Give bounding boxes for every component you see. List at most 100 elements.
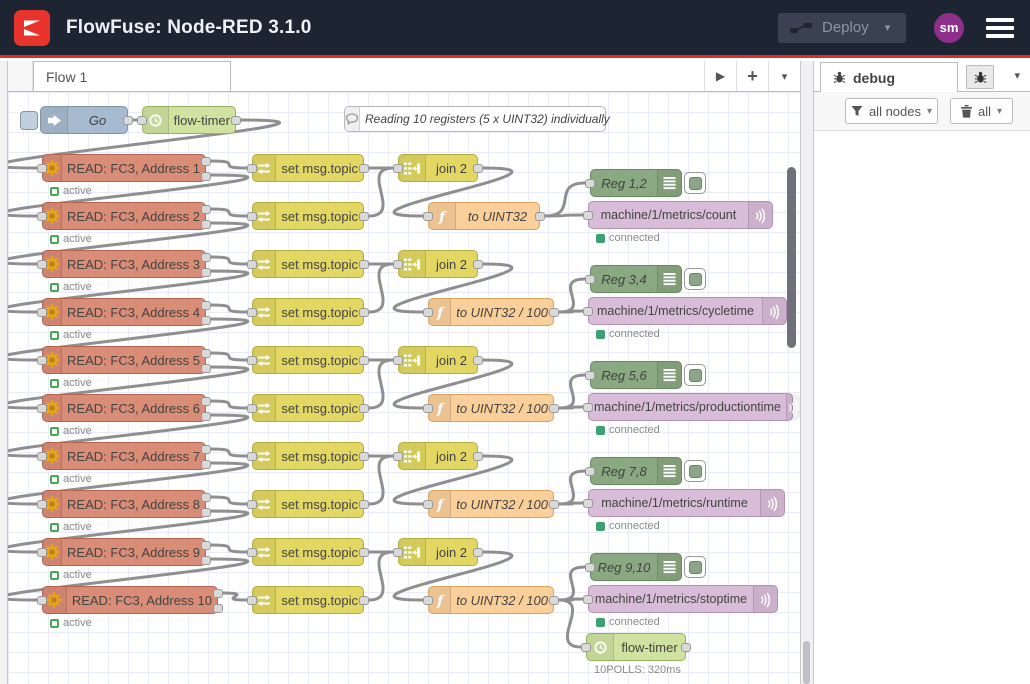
modbus-read-node[interactable]: READ: FC3, Address 6 xyxy=(42,394,206,422)
debug-node[interactable]: Reg 3,4 xyxy=(590,265,682,293)
debug-node[interactable]: Reg 9,10 xyxy=(590,553,682,581)
mqtt-out-node[interactable]: machine/1/metrics/cycletime xyxy=(588,297,787,325)
input-port[interactable] xyxy=(37,260,47,269)
modbus-read-node[interactable]: READ: FC3, Address 10 xyxy=(42,586,218,614)
input-port[interactable] xyxy=(37,500,47,509)
output-port[interactable] xyxy=(201,349,211,358)
mqtt-out-node[interactable]: machine/1/metrics/stoptime xyxy=(588,585,778,613)
change-node[interactable]: set msg.topic xyxy=(252,538,364,566)
wire[interactable] xyxy=(211,305,247,312)
join-node[interactable]: join 2 xyxy=(398,346,478,374)
wire[interactable] xyxy=(211,353,247,360)
output-port[interactable] xyxy=(681,643,691,652)
input-port[interactable] xyxy=(585,371,595,380)
wire[interactable] xyxy=(369,360,393,408)
sidebar-chevron-down-icon[interactable]: ▾ xyxy=(1014,69,1020,82)
debug-panel-toggle-button[interactable] xyxy=(966,65,994,89)
function-node[interactable]: fto UINT32 / 100 xyxy=(428,490,554,518)
user-avatar[interactable]: sm xyxy=(934,13,964,43)
output-port[interactable] xyxy=(201,220,211,229)
input-port[interactable] xyxy=(247,356,257,365)
wire[interactable] xyxy=(369,264,393,312)
input-port[interactable] xyxy=(423,596,433,605)
add-flow-icon[interactable]: + xyxy=(736,61,768,91)
debug-output-toggle[interactable] xyxy=(684,364,706,386)
output-port[interactable] xyxy=(201,205,211,214)
input-port[interactable] xyxy=(423,404,433,413)
output-port[interactable] xyxy=(201,445,211,454)
wire[interactable] xyxy=(369,552,393,600)
output-port[interactable] xyxy=(201,316,211,325)
input-port[interactable] xyxy=(423,212,433,221)
wire[interactable] xyxy=(223,593,247,600)
function-node[interactable]: fto UINT32 xyxy=(428,202,540,230)
modbus-read-node[interactable]: READ: FC3, Address 4 xyxy=(42,298,206,326)
input-port[interactable] xyxy=(37,452,47,461)
output-port[interactable] xyxy=(201,508,211,517)
input-port[interactable] xyxy=(583,211,593,220)
input-port[interactable] xyxy=(585,179,595,188)
debug-messages-panel[interactable] xyxy=(814,131,1030,684)
output-port[interactable] xyxy=(473,164,483,173)
wire[interactable] xyxy=(211,497,247,504)
debug-node[interactable]: Reg 5,6 xyxy=(590,361,682,389)
wire[interactable] xyxy=(559,311,583,312)
flow-timer-node[interactable]: flow-timer xyxy=(142,106,236,134)
output-port[interactable] xyxy=(201,460,211,469)
input-port[interactable] xyxy=(37,212,47,221)
flow-timer-node[interactable]: flow-timer xyxy=(586,633,686,661)
output-port[interactable] xyxy=(213,589,223,598)
wire[interactable] xyxy=(545,215,583,216)
output-port[interactable] xyxy=(359,404,369,413)
wire[interactable] xyxy=(559,600,581,647)
output-port[interactable] xyxy=(201,301,211,310)
wire[interactable] xyxy=(211,449,247,456)
output-port[interactable] xyxy=(473,356,483,365)
join-node[interactable]: join 2 xyxy=(398,250,478,278)
input-port[interactable] xyxy=(583,595,593,604)
output-port[interactable] xyxy=(359,452,369,461)
change-node[interactable]: set msg.topic xyxy=(252,202,364,230)
output-port[interactable] xyxy=(213,604,223,613)
wire[interactable] xyxy=(211,209,247,216)
input-port[interactable] xyxy=(585,275,595,284)
output-port[interactable] xyxy=(359,596,369,605)
change-node[interactable]: set msg.topic xyxy=(252,298,364,326)
modbus-read-node[interactable]: READ: FC3, Address 5 xyxy=(42,346,206,374)
input-port[interactable] xyxy=(393,164,403,173)
mqtt-out-node[interactable]: machine/1/metrics/productiontime xyxy=(588,393,793,421)
input-port[interactable] xyxy=(583,403,593,412)
change-node[interactable]: set msg.topic xyxy=(252,442,364,470)
function-node[interactable]: fto UINT32 / 100 xyxy=(428,586,554,614)
output-port[interactable] xyxy=(473,452,483,461)
inject-button[interactable] xyxy=(20,111,38,130)
wire[interactable] xyxy=(559,407,583,408)
input-port[interactable] xyxy=(423,500,433,509)
wire[interactable] xyxy=(211,257,247,264)
output-port[interactable] xyxy=(549,404,559,413)
comment-node[interactable]: Reading 10 registers (5 x UINT32) indivi… xyxy=(344,106,606,132)
change-node[interactable]: set msg.topic xyxy=(252,490,364,518)
function-node[interactable]: fto UINT32 / 100 xyxy=(428,394,554,422)
wire[interactable] xyxy=(369,456,393,504)
input-port[interactable] xyxy=(247,260,257,269)
debug-output-toggle[interactable] xyxy=(684,460,706,482)
debug-filter-button[interactable]: all nodes ▾ xyxy=(845,98,938,124)
modbus-read-node[interactable]: READ: FC3, Address 9 xyxy=(42,538,206,566)
modbus-read-node[interactable]: READ: FC3, Address 7 xyxy=(42,442,206,470)
output-port[interactable] xyxy=(201,397,211,406)
output-port[interactable] xyxy=(359,500,369,509)
wire[interactable] xyxy=(211,545,247,552)
input-port[interactable] xyxy=(583,307,593,316)
function-node[interactable]: fto UINT32 / 100 xyxy=(428,298,554,326)
input-port[interactable] xyxy=(37,356,47,365)
join-node[interactable]: join 2 xyxy=(398,442,478,470)
output-port[interactable] xyxy=(549,308,559,317)
input-port[interactable] xyxy=(585,467,595,476)
output-port[interactable] xyxy=(201,364,211,373)
debug-output-toggle[interactable] xyxy=(684,172,706,194)
output-port[interactable] xyxy=(359,356,369,365)
sidebar-separator[interactable] xyxy=(800,61,814,684)
mqtt-out-node[interactable]: machine/1/metrics/runtime xyxy=(588,489,785,517)
input-port[interactable] xyxy=(247,308,257,317)
